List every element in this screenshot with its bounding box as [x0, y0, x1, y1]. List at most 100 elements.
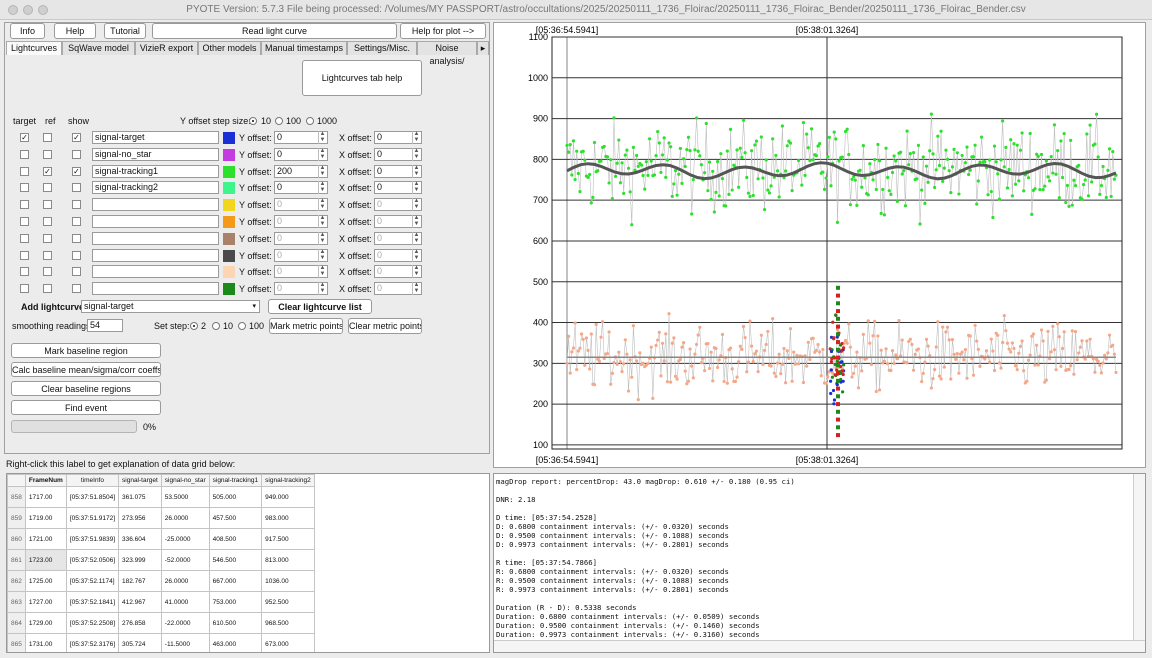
y-offset-stepper-icon[interactable]: ▲ ▼: [318, 215, 326, 228]
set-step-100-radio[interactable]: [238, 322, 246, 330]
x-offset-stepper-icon[interactable]: ▲ ▼: [412, 198, 420, 211]
grid-cell[interactable]: [05:37:52.3176]: [65, 633, 120, 652]
y-offset-stepper-icon[interactable]: ▲ ▼: [318, 131, 326, 144]
set-step-2-radio[interactable]: [190, 322, 198, 330]
grid-cell[interactable]: 53.5000: [160, 486, 210, 508]
show-checkbox[interactable]: [72, 183, 81, 192]
grid-hint-label[interactable]: Right-click this label to get explanatio…: [6, 459, 235, 469]
target-checkbox[interactable]: [20, 234, 29, 243]
tab-settings-misc[interactable]: Settings/Misc.: [347, 41, 417, 55]
y-offset-stepper-icon[interactable]: ▲ ▼: [318, 265, 326, 278]
grid-cell[interactable]: 41.0000: [160, 591, 210, 613]
curve-name-field[interactable]: [92, 249, 219, 262]
set-step-10-radio[interactable]: [212, 322, 220, 330]
grid-cell[interactable]: 813.000: [261, 549, 315, 571]
plot-canvas[interactable]: 10020030040050060070080090010001100[05:3…: [494, 23, 1145, 467]
x-offset-stepper-icon[interactable]: ▲ ▼: [412, 181, 420, 194]
target-checkbox[interactable]: [20, 150, 29, 159]
target-checkbox[interactable]: [20, 251, 29, 260]
curve-color-swatch[interactable]: [223, 149, 235, 161]
grid-cell[interactable]: 305.724: [118, 633, 162, 652]
mark-baseline-region-button[interactable]: Mark baseline region: [11, 343, 161, 358]
grid-cell[interactable]: 463.000: [208, 633, 263, 652]
x-offset-stepper-icon[interactable]: ▲ ▼: [412, 165, 420, 178]
grid-column-header[interactable]: FrameNum: [24, 474, 67, 487]
grid-cell[interactable]: 753.000: [208, 591, 263, 613]
find-event-button[interactable]: Find event: [11, 400, 161, 415]
show-checkbox[interactable]: [72, 217, 81, 226]
light-curve-plot[interactable]: 100 200 300 400 500 600 700 800 900 1000 1100 [05:3…: [493, 22, 1146, 468]
grid-cell[interactable]: 983.000: [261, 507, 315, 529]
grid-cell[interactable]: 673.000: [261, 633, 315, 652]
read-light-curve-button[interactable]: Read light curve: [152, 23, 397, 39]
x-offset-stepper-icon[interactable]: ▲ ▼: [412, 215, 420, 228]
grid-column-header[interactable]: timeInfo: [65, 474, 120, 487]
grid-cell[interactable]: 323.999: [118, 549, 162, 571]
clear-metric-points-button[interactable]: Clear metric points: [348, 318, 422, 334]
curve-color-swatch[interactable]: [223, 199, 235, 211]
table-row[interactable]: 860 1721.00 [05:37:51.9839] 336.604 -25.0000…: [7, 528, 315, 550]
report-vertical-scrollbar[interactable]: [1133, 474, 1145, 640]
window-controls[interactable]: [8, 5, 53, 17]
curve-name-field[interactable]: signal-tracking1: [92, 165, 219, 178]
target-checkbox[interactable]: [20, 284, 29, 293]
y-offset-stepper-icon[interactable]: ▲ ▼: [318, 282, 326, 295]
grid-cell[interactable]: 273.956: [118, 507, 162, 529]
x-offset-stepper-icon[interactable]: ▲ ▼: [412, 265, 420, 278]
close-window-icon[interactable]: [8, 5, 18, 15]
grid-cell[interactable]: 1725.00: [24, 570, 67, 592]
grid-cell[interactable]: 182.767: [118, 570, 162, 592]
grid-cell[interactable]: 1727.00: [24, 591, 67, 613]
grid-cell[interactable]: [05:37:52.0506]: [65, 549, 120, 571]
data-grid[interactable]: FrameNum timeInfo signal-target signal-no_s…: [6, 473, 490, 653]
curve-name-field[interactable]: [92, 232, 219, 245]
ref-checkbox[interactable]: [43, 267, 52, 276]
y-step-10-radio[interactable]: [249, 117, 257, 125]
report-horizontal-scrollbar[interactable]: [494, 640, 1145, 652]
grid-cell[interactable]: 917.500: [261, 528, 315, 550]
grid-cell[interactable]: 412.967: [118, 591, 162, 613]
grid-cell[interactable]: 1717.00: [24, 486, 67, 508]
grid-cell[interactable]: 26.0000: [160, 507, 210, 529]
show-checkbox[interactable]: ✓: [72, 167, 81, 176]
grid-cell[interactable]: 949.000: [261, 486, 315, 508]
y-offset-stepper-icon[interactable]: ▲ ▼: [318, 148, 326, 161]
grid-cell[interactable]: [05:37:52.2508]: [65, 612, 120, 634]
grid-cell[interactable]: 952.500: [261, 591, 315, 613]
curve-color-swatch[interactable]: [223, 266, 235, 278]
grid-cell[interactable]: 1719.00: [24, 507, 67, 529]
grid-cell[interactable]: 610.500: [208, 612, 263, 634]
grid-cell[interactable]: -25.0000: [160, 528, 210, 550]
report-text-area[interactable]: magDrop report: percentDrop: 43.0 magDro…: [493, 473, 1146, 653]
grid-cell[interactable]: 457.500: [208, 507, 263, 529]
x-offset-stepper-icon[interactable]: ▲ ▼: [412, 232, 420, 245]
show-checkbox[interactable]: [72, 284, 81, 293]
grid-cell[interactable]: 546.500: [208, 549, 263, 571]
curve-name-field[interactable]: signal-tracking2: [92, 181, 219, 194]
ref-checkbox[interactable]: ✓: [43, 167, 52, 176]
y-offset-stepper-icon[interactable]: ▲ ▼: [318, 165, 326, 178]
ref-checkbox[interactable]: [43, 234, 52, 243]
grid-cell[interactable]: -22.0000: [160, 612, 210, 634]
x-offset-stepper-icon[interactable]: ▲ ▼: [412, 148, 420, 161]
grid-cell[interactable]: 505.000: [208, 486, 263, 508]
help-for-plot-button[interactable]: Help for plot -->: [400, 23, 486, 39]
grid-cell[interactable]: [05:37:52.1174]: [65, 570, 120, 592]
tab-other-models[interactable]: Other models: [198, 41, 261, 55]
x-offset-stepper-icon[interactable]: ▲ ▼: [412, 282, 420, 295]
help-button[interactable]: Help: [54, 23, 96, 39]
y-offset-stepper-icon[interactable]: ▲ ▼: [318, 249, 326, 262]
curve-color-swatch[interactable]: [223, 166, 235, 178]
grid-cell[interactable]: -11.5000: [160, 633, 210, 652]
grid-cell[interactable]: 361.075: [118, 486, 162, 508]
show-checkbox[interactable]: [72, 150, 81, 159]
y-step-100-radio[interactable]: [275, 117, 283, 125]
table-row[interactable]: 862 1725.00 [05:37:52.1174] 182.767 26.0000 6…: [7, 570, 315, 592]
info-button[interactable]: Info: [10, 23, 45, 39]
curve-color-swatch[interactable]: [223, 250, 235, 262]
y-step-1000-radio[interactable]: [306, 117, 314, 125]
clear-lightcurve-list-button[interactable]: Clear lightcurve list: [268, 299, 372, 314]
ref-checkbox[interactable]: [43, 251, 52, 260]
target-checkbox[interactable]: ✓: [20, 133, 29, 142]
curve-name-field[interactable]: signal-no_star: [92, 148, 219, 161]
